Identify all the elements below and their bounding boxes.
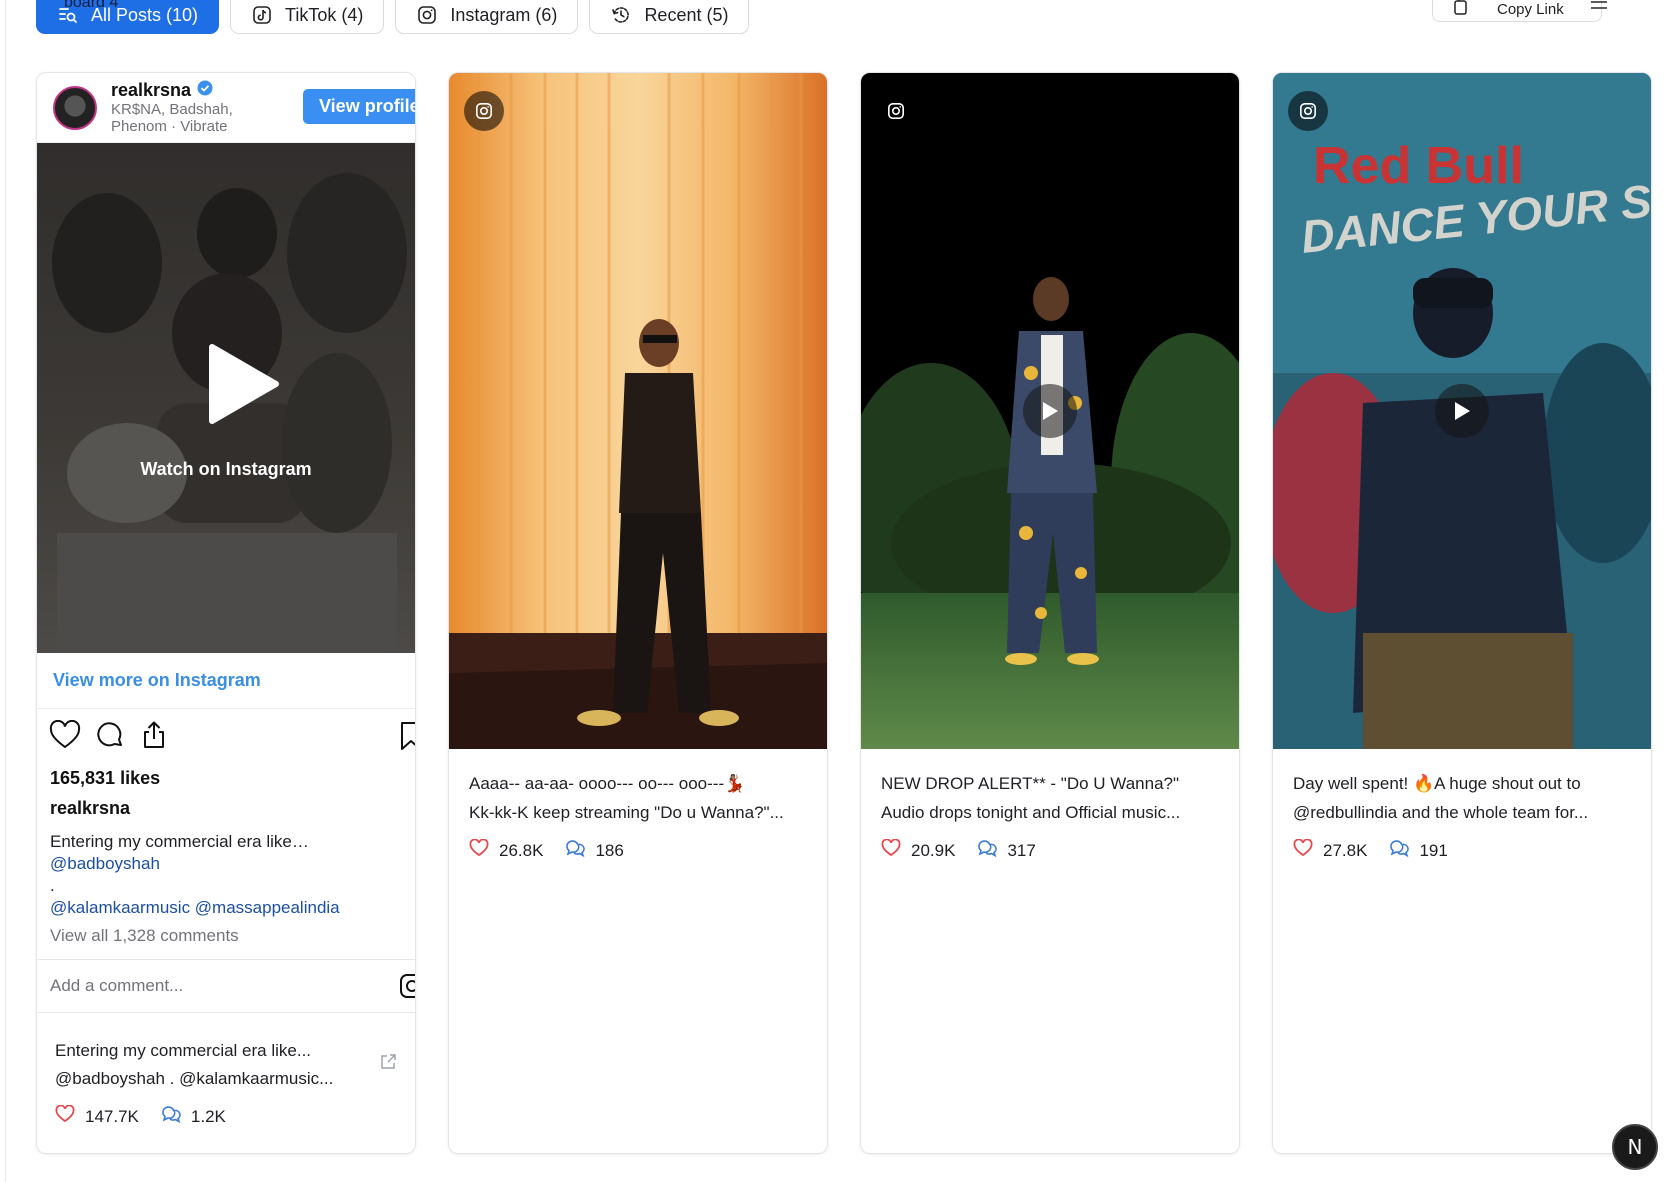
embed-header: realkrsna KR$NA, Badshah, Phenom · Vibra… (37, 73, 415, 143)
caption-line: @badboyshah . @kalamkaarmusic... (55, 1069, 334, 1088)
history-icon (610, 4, 632, 26)
post-card[interactable]: NEW DROP ALERT** - "Do U Wanna?" Audio d… (860, 72, 1240, 1154)
like-heart-icon[interactable] (49, 719, 81, 755)
post-stats: 26.8K 186 (449, 827, 827, 862)
embed-actions (37, 709, 415, 765)
caption-line: Entering my commercial era like... (55, 1041, 312, 1060)
post-image (449, 73, 827, 749)
embed-caption-dot: . (50, 876, 55, 895)
post-caption[interactable]: Aaaa-- aa-aa- oooo--- oo--- ooo---💃🏽 Kk-… (449, 749, 827, 827)
verified-badge-icon (197, 80, 213, 101)
tab-label: TikTok (4) (285, 4, 364, 25)
copy-icon (1453, 0, 1471, 20)
dev-tools-badge[interactable]: N (1612, 1124, 1658, 1170)
view-profile-button[interactable]: View profile (303, 89, 415, 124)
comments-icon (565, 839, 586, 862)
post-caption[interactable]: Entering my commercial era like... @badb… (37, 1013, 415, 1093)
share-icon[interactable] (139, 720, 169, 755)
tab-label: Recent (5) (644, 4, 729, 25)
comments-count: 317 (1007, 840, 1036, 860)
tab-label: All Posts (10) (91, 4, 199, 25)
tab-recent[interactable]: Recent (5) (589, 0, 750, 34)
view-more-instagram-link[interactable]: View more on Instagram (37, 653, 415, 709)
post-caption[interactable]: Day well spent! 🔥A huge shout out to @re… (1273, 749, 1651, 827)
post-card[interactable]: Aaaa-- aa-aa- oooo--- oo--- ooo---💃🏽 Kk-… (448, 72, 828, 1154)
post-media[interactable] (449, 73, 827, 749)
comments-count: 186 (595, 840, 624, 860)
comments-icon (161, 1105, 181, 1128)
embed-subtitle-line2: Phenom · Vibrate (111, 118, 228, 135)
heart-icon (881, 838, 901, 862)
copy-link-button[interactable]: Copy Link (1432, 0, 1602, 22)
embed-video-thumbnail[interactable]: Watch on Instagram (37, 143, 415, 653)
mention-link[interactable]: @kalamkaarmusic @massappealindia (50, 897, 402, 919)
likes-count: 147.7K (85, 1106, 139, 1126)
post-card[interactable]: Red Bull DANCE YOUR STYLE Day well spent… (1272, 72, 1652, 1154)
post-stats: 147.7K 1.2K (37, 1093, 415, 1128)
post-card[interactable]: realkrsna KR$NA, Badshah, Phenom · Vibra… (36, 72, 416, 1154)
comments-icon (1389, 839, 1410, 862)
tab-label: Instagram (6) (450, 4, 558, 25)
caption-line: Day well spent! 🔥A huge shout out to (1293, 774, 1581, 793)
likes-count: 27.8K (1323, 840, 1368, 860)
avatar[interactable] (53, 85, 97, 130)
mention-link[interactable]: @badboyshah (50, 853, 402, 875)
heart-icon (55, 1104, 75, 1128)
view-all-comments-link[interactable]: View all 1,328 comments (37, 919, 415, 947)
post-media[interactable] (861, 73, 1239, 749)
caption-line: Aaaa-- aa-aa- oooo--- oo--- ooo---💃🏽 (469, 774, 746, 793)
instagram-badge-icon (1288, 91, 1328, 131)
bookmark-icon[interactable] (399, 721, 415, 756)
likes-count: 20.9K (911, 840, 956, 860)
add-comment-placeholder: Add a comment... (50, 976, 184, 995)
embed-username[interactable]: realkrsna (111, 80, 191, 101)
watch-on-instagram-label[interactable]: Watch on Instagram (37, 459, 415, 480)
post-media[interactable]: Red Bull DANCE YOUR STYLE (1273, 73, 1651, 749)
comment-bubble-icon[interactable] (95, 720, 125, 755)
embed-likes-count: 165,831 likes (50, 768, 161, 788)
caption-line: NEW DROP ALERT** - "Do U Wanna?" (881, 774, 1180, 793)
post-stats: 20.9K 317 (861, 827, 1239, 862)
copy-link-label: Copy Link (1497, 1, 1564, 18)
caption-line: Audio drops tonight and Official music..… (881, 803, 1181, 822)
embed-owner-name[interactable]: realkrsna (37, 795, 415, 821)
caption-line: Kk-kk-K keep streaming "Do u Wanna?"... (469, 803, 784, 822)
instagram-icon (416, 4, 438, 26)
comments-count: 1.2K (190, 1106, 226, 1126)
post-stats: 27.8K 191 (1273, 827, 1651, 862)
page-edge-divider (5, 0, 6, 1182)
tab-instagram[interactable]: Instagram (6) (395, 0, 579, 34)
embed-subtitle-line1: KR$NA, Badshah, (111, 101, 233, 118)
heart-icon (469, 838, 489, 862)
play-icon[interactable] (1023, 384, 1077, 438)
heart-icon (1293, 838, 1313, 862)
instagram-badge-icon (876, 91, 916, 131)
instagram-badge-icon (464, 91, 504, 131)
comments-icon (977, 839, 998, 862)
instagram-icon[interactable] (399, 973, 415, 1004)
hamburger-menu-icon[interactable] (1590, 0, 1612, 16)
play-icon[interactable] (206, 343, 280, 425)
filter-tabs: All Posts (10) TikTok (4) Instagram (6) … (36, 0, 750, 34)
external-link-icon[interactable] (379, 1053, 397, 1076)
likes-count: 26.8K (499, 840, 544, 860)
tab-all-posts[interactable]: All Posts (10) (36, 0, 220, 34)
tab-tiktok[interactable]: TikTok (4) (230, 0, 385, 34)
embed-caption-line1: Entering my commercial era like… (50, 832, 309, 851)
comments-count: 191 (1419, 840, 1448, 860)
caption-line: @redbullindia and the whole team for... (1293, 803, 1589, 822)
tiktok-icon (251, 4, 273, 26)
play-icon[interactable] (1435, 384, 1489, 438)
embed-caption: Entering my commercial era like… @badboy… (37, 821, 415, 919)
add-comment-field[interactable]: Add a comment... (37, 959, 415, 1013)
post-caption[interactable]: NEW DROP ALERT** - "Do U Wanna?" Audio d… (861, 749, 1239, 827)
list-search-icon (57, 4, 79, 26)
